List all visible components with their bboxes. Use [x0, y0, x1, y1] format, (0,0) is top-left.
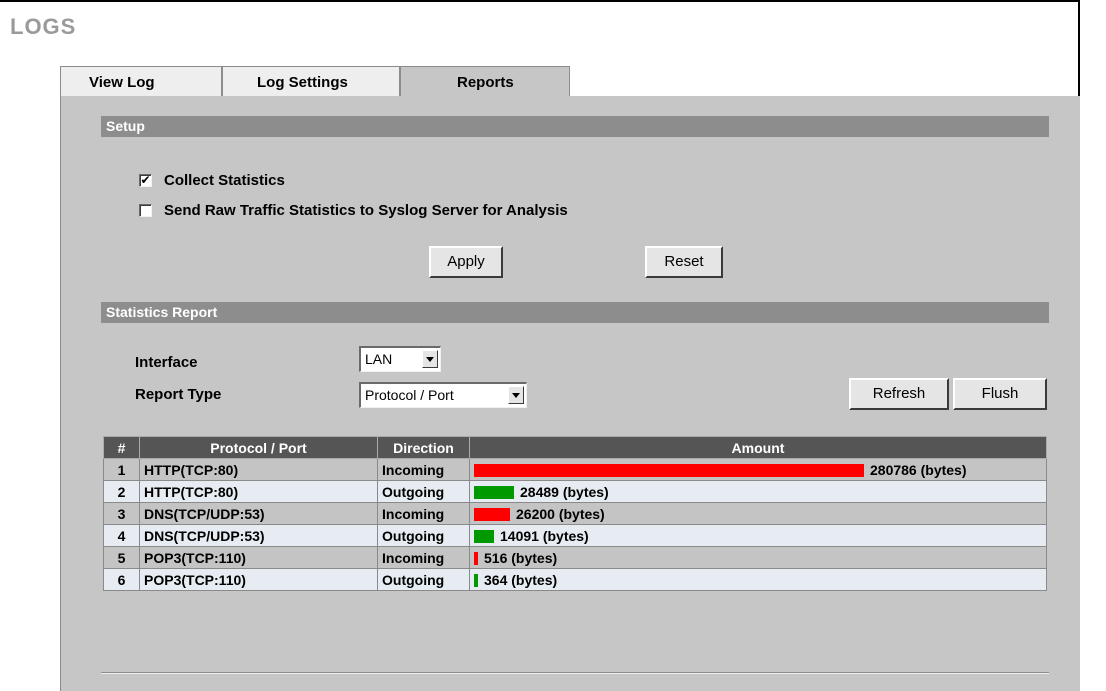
table-row: 4 DNS(TCP/UDP:53) Outgoing 14091 (bytes): [103, 524, 1047, 547]
chevron-down-icon: [422, 350, 438, 368]
tab-reports[interactable]: Reports: [400, 66, 570, 96]
interface-label: Interface: [135, 354, 198, 371]
table-header-row: # Protocol / Port Direction Amount: [103, 436, 1047, 459]
amount-bar: [474, 463, 864, 477]
row-number: 4: [103, 524, 140, 547]
row-direction: Outgoing: [377, 524, 470, 547]
apply-button[interactable]: Apply: [429, 246, 503, 278]
interface-value: LAN: [365, 351, 393, 367]
row-amount: 26200 (bytes): [469, 502, 1047, 525]
row-amount: 14091 (bytes): [469, 524, 1047, 547]
row-protocol: DNS(TCP/UDP:53): [139, 524, 378, 547]
collect-statistics-checkbox[interactable]: ✔: [139, 173, 152, 187]
row-number: 2: [103, 480, 140, 503]
tab-view-log[interactable]: View Log: [60, 66, 222, 96]
column-header-protocol-port: Protocol / Port: [139, 436, 378, 459]
send-raw-row: Send Raw Traffic Statistics to Syslog Se…: [139, 200, 568, 220]
amount-bar: [474, 485, 514, 499]
amount-text: 28489 (bytes): [520, 483, 609, 500]
amount-bar: [474, 507, 510, 521]
chevron-down-icon: [508, 386, 524, 404]
row-amount: 280786 (bytes): [469, 458, 1047, 481]
row-amount: 28489 (bytes): [469, 480, 1047, 503]
collect-statistics-label: Collect Statistics: [164, 171, 285, 189]
column-header-amount: Amount: [469, 436, 1047, 459]
row-direction: Incoming: [377, 546, 470, 569]
tab-log-settings[interactable]: Log Settings: [222, 66, 400, 96]
column-header-number: #: [103, 436, 140, 459]
row-number: 1: [103, 458, 140, 481]
send-raw-checkbox[interactable]: [139, 203, 152, 217]
statistics-report-heading: Statistics Report: [101, 302, 1049, 323]
row-protocol: HTTP(TCP:80): [139, 480, 378, 503]
row-number: 6: [103, 568, 140, 591]
amount-text: 364 (bytes): [484, 571, 558, 588]
row-number: 5: [103, 546, 140, 569]
row-direction: Incoming: [377, 502, 470, 525]
interface-select[interactable]: LAN: [359, 346, 441, 372]
table-row: 1 HTTP(TCP:80) Incoming 280786 (bytes): [103, 458, 1047, 481]
reports-panel: Setup ✔ Collect Statistics Send Raw Traf…: [60, 96, 1080, 691]
statistics-table: # Protocol / Port Direction Amount 1 HTTP…: [103, 436, 1047, 591]
setup-heading: Setup: [101, 116, 1049, 137]
amount-text: 280786 (bytes): [870, 461, 967, 478]
row-protocol: POP3(TCP:110): [139, 546, 378, 569]
send-raw-label: Send Raw Traffic Statistics to Syslog Se…: [164, 201, 568, 219]
row-number: 3: [103, 502, 140, 525]
table-row: 6 POP3(TCP:110) Outgoing 364 (bytes): [103, 568, 1047, 591]
amount-text: 26200 (bytes): [516, 505, 605, 522]
tab-bar: View Log Log Settings Reports: [60, 66, 570, 96]
row-direction: Outgoing: [377, 480, 470, 503]
report-type-value: Protocol / Port: [365, 387, 454, 403]
report-type-select[interactable]: Protocol / Port: [359, 382, 527, 408]
refresh-button[interactable]: Refresh: [849, 378, 949, 410]
flush-button[interactable]: Flush: [953, 378, 1047, 410]
report-type-label: Report Type: [135, 386, 222, 403]
row-protocol: DNS(TCP/UDP:53): [139, 502, 378, 525]
column-header-direction: Direction: [377, 436, 470, 459]
amount-bar: [474, 551, 478, 565]
table-row: 5 POP3(TCP:110) Incoming 516 (bytes): [103, 546, 1047, 569]
reset-button[interactable]: Reset: [645, 246, 723, 278]
table-row: 3 DNS(TCP/UDP:53) Incoming 26200 (bytes): [103, 502, 1047, 525]
collect-statistics-row: ✔ Collect Statistics: [139, 170, 285, 190]
row-direction: Outgoing: [377, 568, 470, 591]
bottom-divider: [101, 672, 1049, 674]
table-row: 2 HTTP(TCP:80) Outgoing 28489 (bytes): [103, 480, 1047, 503]
row-amount: 364 (bytes): [469, 568, 1047, 591]
row-protocol: POP3(TCP:110): [139, 568, 378, 591]
amount-bar: [474, 529, 494, 543]
amount-bar: [474, 573, 478, 587]
row-direction: Incoming: [377, 458, 470, 481]
page-title: LOGS: [10, 14, 77, 39]
row-amount: 516 (bytes): [469, 546, 1047, 569]
amount-text: 516 (bytes): [484, 549, 558, 566]
row-protocol: HTTP(TCP:80): [139, 458, 378, 481]
amount-text: 14091 (bytes): [500, 527, 589, 544]
